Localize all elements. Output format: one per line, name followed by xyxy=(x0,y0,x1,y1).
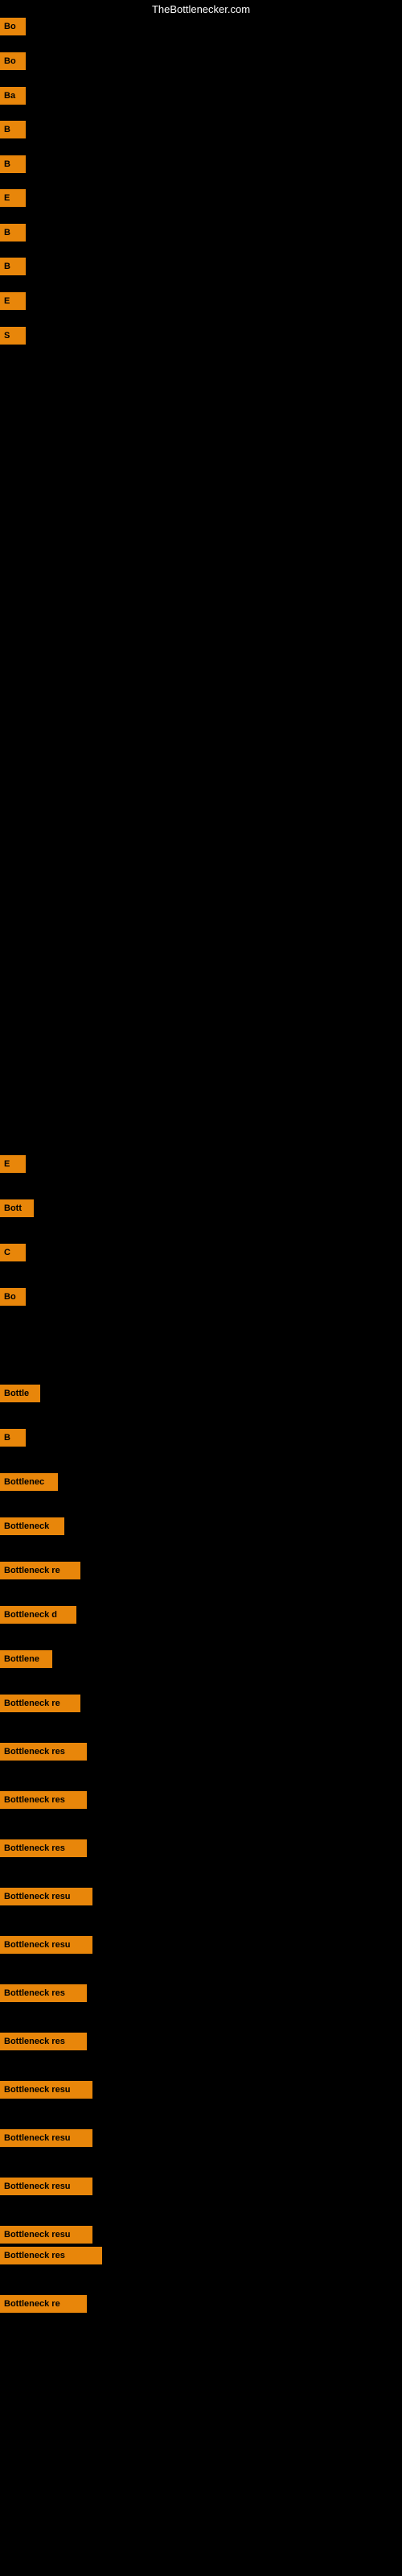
button-btn20[interactable]: Bottleneck d xyxy=(0,1606,76,1624)
button-btn9[interactable]: E xyxy=(0,292,26,310)
button-btn23[interactable]: Bottleneck res xyxy=(0,1743,87,1761)
button-btn14[interactable]: Bo xyxy=(0,1288,26,1306)
button-btn22[interactable]: Bottleneck re xyxy=(0,1695,80,1712)
button-btn33[interactable]: Bottleneck resu xyxy=(0,2226,92,2244)
button-btn21[interactable]: Bottlene xyxy=(0,1650,52,1668)
button-btn8[interactable]: B xyxy=(0,258,26,275)
button-btn27[interactable]: Bottleneck resu xyxy=(0,1936,92,1954)
button-btn32[interactable]: Bottleneck resu xyxy=(0,2178,92,2195)
button-btn34[interactable]: Bottleneck res xyxy=(0,2247,102,2264)
button-btn18[interactable]: Bottleneck xyxy=(0,1517,64,1535)
button-btn35[interactable]: Bottleneck re xyxy=(0,2295,87,2313)
button-btn13[interactable]: C xyxy=(0,1244,26,1261)
button-btn2[interactable]: Bo xyxy=(0,52,26,70)
site-title: TheBottlenecker.com xyxy=(152,3,250,15)
button-btn10[interactable]: S xyxy=(0,327,26,345)
button-btn1[interactable]: Bo xyxy=(0,18,26,35)
button-btn30[interactable]: Bottleneck resu xyxy=(0,2081,92,2099)
button-btn15[interactable]: Bottle xyxy=(0,1385,40,1402)
button-btn25[interactable]: Bottleneck res xyxy=(0,1839,87,1857)
button-btn7[interactable]: B xyxy=(0,224,26,242)
button-btn17[interactable]: Bottlenec xyxy=(0,1473,58,1491)
button-btn24[interactable]: Bottleneck res xyxy=(0,1791,87,1809)
button-btn3[interactable]: Ba xyxy=(0,87,26,105)
button-btn26[interactable]: Bottleneck resu xyxy=(0,1888,92,1905)
button-btn19[interactable]: Bottleneck re xyxy=(0,1562,80,1579)
button-btn31[interactable]: Bottleneck resu xyxy=(0,2129,92,2147)
button-btn16[interactable]: B xyxy=(0,1429,26,1447)
button-btn28[interactable]: Bottleneck res xyxy=(0,1984,87,2002)
button-btn6[interactable]: E xyxy=(0,189,26,207)
button-btn29[interactable]: Bottleneck res xyxy=(0,2033,87,2050)
button-btn11[interactable]: E xyxy=(0,1155,26,1173)
button-btn12[interactable]: Bott xyxy=(0,1199,34,1217)
button-btn5[interactable]: B xyxy=(0,155,26,173)
button-btn4[interactable]: B xyxy=(0,121,26,138)
